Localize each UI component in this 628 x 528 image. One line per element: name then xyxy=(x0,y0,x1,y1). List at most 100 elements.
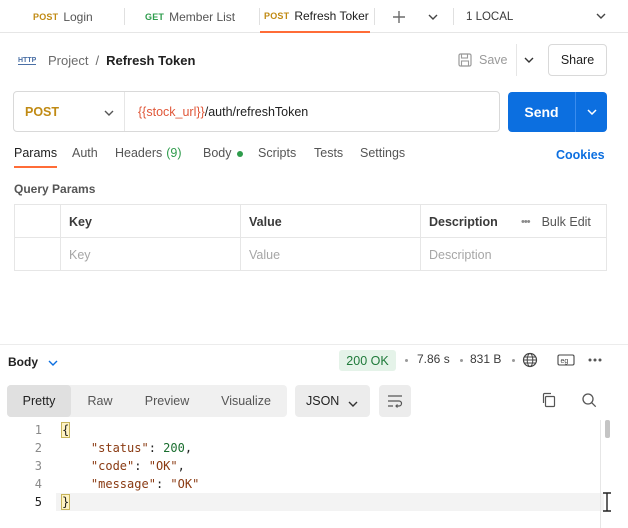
response-section-label: Body xyxy=(8,355,38,369)
environment-label: 1 LOCAL xyxy=(466,10,514,23)
breadcrumb-project[interactable]: Project xyxy=(48,53,88,68)
save-response-icon[interactable]: eg xyxy=(557,351,575,369)
text-cursor-icon xyxy=(600,492,614,512)
send-options-button[interactable] xyxy=(576,92,607,132)
tab-headers-label: Headers xyxy=(115,146,163,160)
bulk-edit-button[interactable]: ••• Bulk Edit xyxy=(521,205,591,238)
response-divider[interactable] xyxy=(0,344,628,345)
json-comma: , xyxy=(177,459,185,473)
tab-headers[interactable]: Headers (9) xyxy=(115,146,182,168)
json-comma: , xyxy=(184,441,193,455)
save-button[interactable]: Save xyxy=(458,48,510,72)
url-variable: {{stock_url}} xyxy=(138,104,205,119)
body-indicator-dot xyxy=(236,151,243,157)
wrap-lines-icon[interactable] xyxy=(379,385,411,417)
chevron-down-icon xyxy=(348,396,358,410)
code-line: "code": "OK", xyxy=(62,457,185,475)
send-button-group: Send xyxy=(508,92,607,132)
view-tab-raw[interactable]: Raw xyxy=(71,385,129,417)
view-tab-preview[interactable]: Preview xyxy=(129,385,205,417)
tab-refresh-token[interactable]: POST Refresh Toker xyxy=(260,0,370,33)
column-header-value: Value xyxy=(240,205,420,238)
tab-label: Refresh Toker xyxy=(294,8,369,23)
editor-scrollbar[interactable] xyxy=(605,420,610,438)
response-view-tabs: Pretty Raw Preview Visualize xyxy=(7,385,287,417)
json-key: "message" xyxy=(90,477,156,491)
key-input[interactable]: Key xyxy=(60,238,240,271)
tabs-dropdown-chevron-icon[interactable] xyxy=(423,0,443,33)
line-number: 3 xyxy=(34,459,42,473)
url-input[interactable]: {{stock_url}}/auth/refreshToken xyxy=(138,92,308,131)
new-tab-icon[interactable] xyxy=(389,0,409,33)
tab-divider xyxy=(453,8,454,25)
more-icon: ••• xyxy=(521,215,531,228)
description-input[interactable]: Description xyxy=(420,238,606,271)
globe-icon[interactable] xyxy=(521,351,539,369)
tab-settings[interactable]: Settings xyxy=(360,146,405,168)
line-number: 2 xyxy=(34,441,42,455)
json-key: "code" xyxy=(90,459,135,473)
response-time[interactable]: 7.86 s xyxy=(417,352,450,366)
request-tab-bar: POST Login GET Member List POST Refresh … xyxy=(0,0,628,33)
url-path: /auth/refreshToken xyxy=(204,104,309,119)
code-line: { xyxy=(60,421,71,439)
meta-separator xyxy=(405,359,408,362)
brace-open: { xyxy=(60,422,71,438)
environment-selector[interactable]: 1 LOCAL xyxy=(466,0,616,33)
json-key: "status" xyxy=(90,441,149,455)
table-header-row: Key Value Description ••• Bulk Edit xyxy=(15,205,606,238)
tab-params[interactable]: Params xyxy=(14,146,58,168)
json-string: "OK" xyxy=(148,459,178,473)
breadcrumb-separator: / xyxy=(95,52,100,68)
share-button[interactable]: Share xyxy=(548,44,607,76)
chevron-down-icon xyxy=(48,355,58,369)
tab-member-list[interactable]: GET Member List xyxy=(145,0,255,33)
value-input[interactable]: Value xyxy=(240,238,420,271)
code-line: "message": "OK" xyxy=(62,475,199,493)
save-label: Save xyxy=(479,53,508,67)
format-label: JSON xyxy=(306,394,340,408)
http-icon: HTTP xyxy=(18,54,36,66)
copy-icon[interactable] xyxy=(541,392,559,410)
response-size[interactable]: 831 B xyxy=(470,352,501,366)
code-line: } xyxy=(60,493,71,511)
tab-method-badge: POST xyxy=(33,11,59,22)
response-body-editor[interactable]: 1 { 2 "status": 200, 3 "code": "OK", 4 "… xyxy=(0,420,628,528)
tab-label: Member List xyxy=(169,9,236,24)
response-section-selector[interactable]: Body xyxy=(8,354,58,370)
tab-scripts[interactable]: Scripts xyxy=(258,146,296,168)
view-tab-visualize[interactable]: Visualize xyxy=(205,385,287,417)
view-tab-pretty[interactable]: Pretty xyxy=(7,385,71,417)
send-button[interactable]: Send xyxy=(508,92,575,132)
more-options-icon[interactable] xyxy=(586,351,604,369)
chevron-down-icon xyxy=(524,57,533,63)
tab-auth[interactable]: Auth xyxy=(72,146,98,168)
chevron-down-icon xyxy=(596,10,606,22)
search-icon[interactable] xyxy=(581,392,599,410)
format-selector[interactable]: JSON xyxy=(295,385,370,417)
tab-login[interactable]: POST Login xyxy=(33,0,123,33)
tab-method-badge: POST xyxy=(264,10,290,21)
url-bar: POST {{stock_url}}/auth/refreshToken xyxy=(13,91,500,132)
tab-divider xyxy=(374,8,375,25)
chevron-down-icon xyxy=(104,105,114,119)
code-line: "status": 200, xyxy=(62,439,192,457)
tab-body-label: Body xyxy=(203,146,232,160)
column-header-key: Key xyxy=(60,205,240,238)
tab-body[interactable]: Body xyxy=(203,146,243,168)
line-number: 1 xyxy=(34,423,42,437)
cookies-link[interactable]: Cookies xyxy=(556,148,605,162)
status-badge[interactable]: 200 OK xyxy=(339,350,396,371)
checkbox-column-header xyxy=(15,205,60,238)
method-label: POST xyxy=(25,104,60,119)
chevron-down-icon xyxy=(586,109,597,115)
request-name[interactable]: Refresh Token xyxy=(106,53,195,68)
tab-tests[interactable]: Tests xyxy=(314,146,343,168)
method-selector[interactable]: POST xyxy=(14,92,125,131)
json-string: "OK" xyxy=(170,477,200,491)
save-options-button[interactable] xyxy=(516,44,540,76)
json-number: 200 xyxy=(163,441,185,455)
breadcrumb: HTTP Project / Refresh Token xyxy=(18,50,195,70)
json-sep: : xyxy=(148,441,164,455)
json-sep: : xyxy=(134,459,149,473)
